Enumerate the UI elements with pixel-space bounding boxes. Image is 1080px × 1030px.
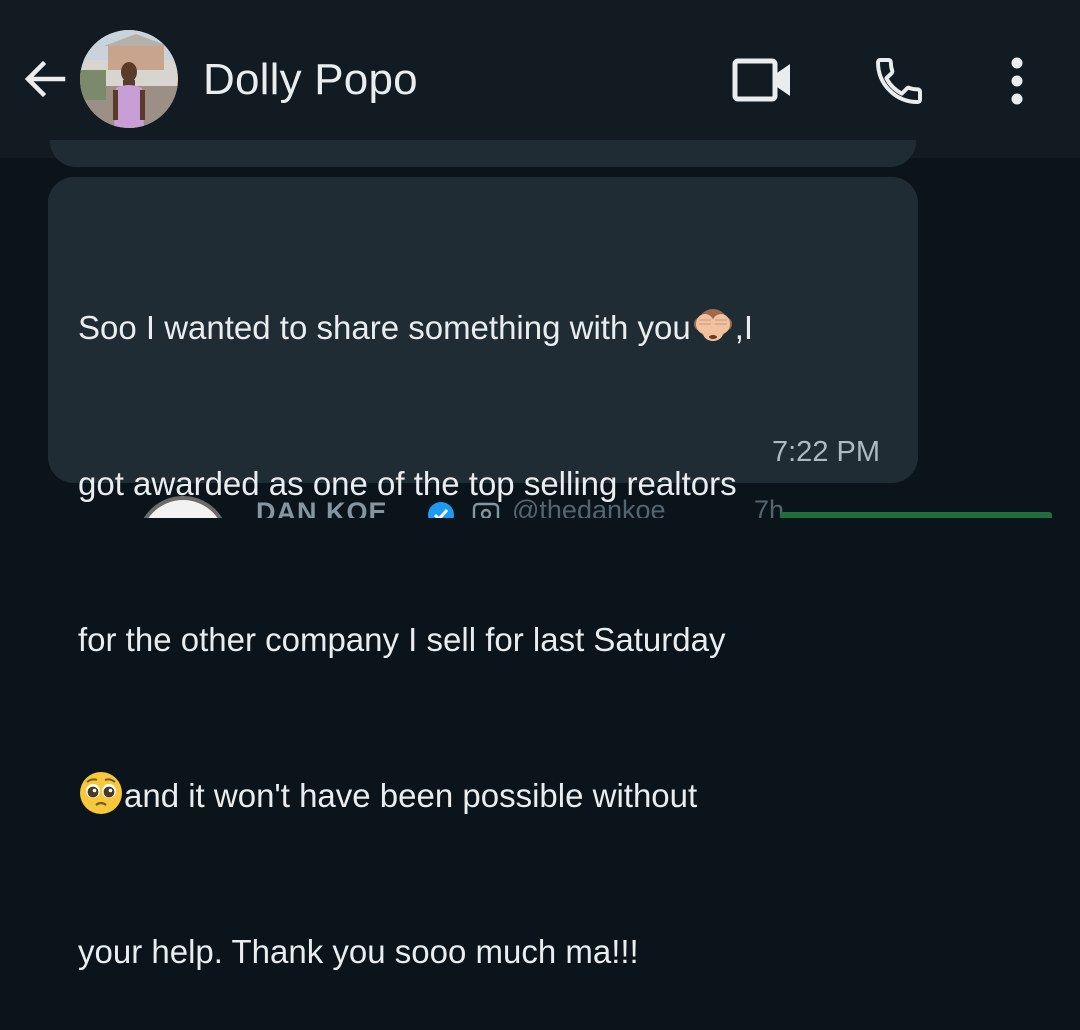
message-line-4: and it won't have been possible without xyxy=(78,770,900,822)
message-line-3: for the other company I sell for last Sa… xyxy=(78,621,726,658)
back-button[interactable] xyxy=(18,52,72,106)
message-text-segment: ,I xyxy=(734,309,754,346)
contact-avatar[interactable] xyxy=(80,30,178,128)
message-text-segment: and it won't have been possible without xyxy=(124,777,698,814)
message-text: Soo I wanted to share something with you… xyxy=(78,198,900,1030)
next-sender-avatar xyxy=(137,496,229,518)
pleading-face-emoji xyxy=(78,770,124,831)
message-line-5: your help. Thank you sooo much ma!!! xyxy=(78,933,639,970)
video-call-button[interactable] xyxy=(725,50,801,110)
phone-icon xyxy=(876,58,922,104)
next-sender-name: DAN KOE xyxy=(256,497,388,518)
message-text-segment: Soo I wanted to share something with you xyxy=(78,309,691,346)
verified-badge-icon xyxy=(428,502,454,518)
previous-message-bubble xyxy=(50,140,916,167)
more-options-button[interactable] xyxy=(992,48,1042,114)
message-line-1: Soo I wanted to share something with you… xyxy=(78,302,900,354)
video-camera-icon xyxy=(732,58,790,102)
voice-call-button[interactable] xyxy=(866,48,932,114)
see-no-evil-monkey-emoji xyxy=(691,304,735,363)
chat-header: Dolly Popo xyxy=(0,0,1080,158)
kebab-menu-icon xyxy=(1011,57,1023,105)
avatar-photo xyxy=(80,30,178,128)
arrow-left-icon xyxy=(24,60,66,98)
next-sender-handle: @thedankoe xyxy=(512,495,666,518)
message-timestamp: 7:22 PM xyxy=(772,436,880,468)
outgoing-bubble-edge xyxy=(780,512,1052,518)
contact-name[interactable]: Dolly Popo xyxy=(203,52,418,108)
subscription-icon xyxy=(472,502,500,518)
